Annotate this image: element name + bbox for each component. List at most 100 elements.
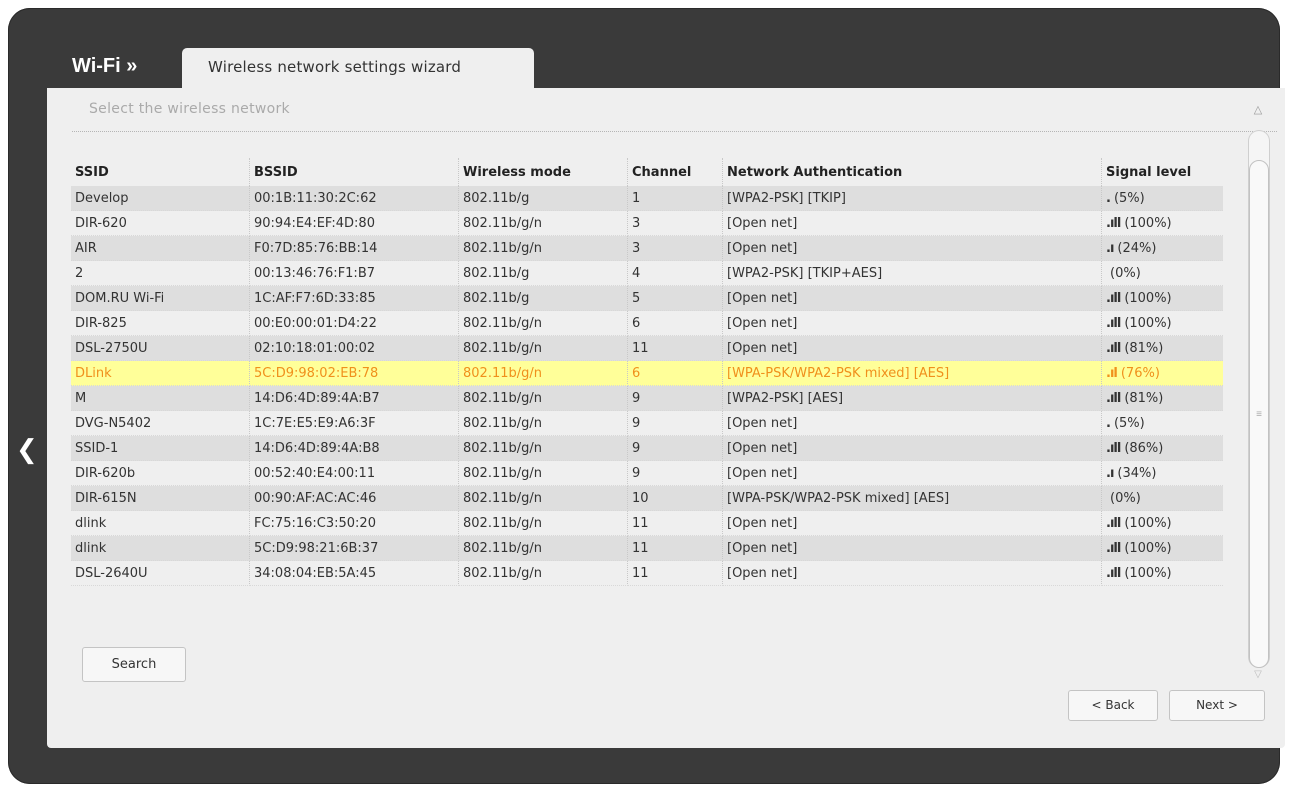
- grip-icon: ≡: [1256, 409, 1262, 420]
- cell-signal: .ıll (100%): [1101, 285, 1223, 311]
- table-row[interactable]: dlink FC:75:16:C3:50:20 802.11b/g/n 11 [Open…: [71, 510, 1223, 536]
- scroll-up-icon[interactable]: △: [1249, 101, 1267, 119]
- cell-signal: .ı (34%): [1101, 460, 1223, 486]
- table-row[interactable]: DIR-620b 00:52:40:E4:00:11 802.11b/g/n 9 [Op…: [71, 460, 1223, 486]
- cell-auth: [WPA2-PSK] [TKIP]: [722, 186, 1102, 211]
- cell-signal: . (5%): [1101, 186, 1223, 211]
- signal-value: (100%): [1124, 565, 1172, 581]
- col-header-signal: Signal level: [1106, 164, 1192, 180]
- scrollbar-thumb[interactable]: ≡: [1249, 160, 1269, 668]
- signal-value: (100%): [1124, 315, 1172, 331]
- table-row[interactable]: DVG-N5402 1C:7E:E5:E9:A6:3F 802.11b/g/n 9 [O…: [71, 410, 1223, 436]
- signal-strength-icon: .ıll: [1106, 315, 1121, 331]
- cell-signal: .ıll (100%): [1101, 535, 1223, 561]
- cell-auth: [Open net]: [722, 560, 1102, 586]
- cell-mode: 802.11b/g/n: [458, 310, 628, 336]
- table-row[interactable]: SSID-1 14:D6:4D:89:4A:B8 802.11b/g/n 9 [Open…: [71, 435, 1223, 461]
- cell-ssid: dlink: [71, 510, 250, 536]
- cell-signal: .ıll (100%): [1101, 560, 1223, 586]
- cell-auth: [WPA-PSK/WPA2-PSK mixed] [AES]: [722, 360, 1102, 386]
- signal-value: (100%): [1124, 215, 1172, 231]
- signal-value: (81%): [1124, 390, 1164, 406]
- cell-ssid: DSL-2640U: [71, 560, 250, 586]
- cell-ssid: M: [71, 385, 250, 411]
- cell-auth: [Open net]: [722, 435, 1102, 461]
- cell-channel: 6: [627, 310, 723, 336]
- cell-ssid: DIR-615N: [71, 485, 250, 511]
- cell-ssid: DIR-825: [71, 310, 250, 336]
- table-row[interactable]: DSL-2640U 34:08:04:EB:5A:45 802.11b/g/n 11[…: [71, 560, 1223, 586]
- cell-auth: [WPA2-PSK] [AES]: [722, 385, 1102, 411]
- cell-channel: 3: [627, 235, 723, 261]
- cell-auth: [Open net]: [722, 460, 1102, 486]
- cell-signal: (0%): [1101, 260, 1223, 286]
- cell-mode: 802.11b/g/n: [458, 335, 628, 361]
- table-row[interactable]: 2 00:13:46:76:F1:B7 802.11b/g 4 [WPA2-PSK] […: [71, 260, 1223, 286]
- cell-signal: .ı (24%): [1101, 235, 1223, 261]
- table-row[interactable]: DIR-620 90:94:E4:EF:4D:80 802.11b/g/n 3 [Ope…: [71, 210, 1223, 236]
- table-row[interactable]: Develop 00:1B:11:30:2C:62 802.11b/g 1 [WPA2-…: [71, 186, 1223, 211]
- cell-ssid: Develop: [71, 186, 250, 211]
- signal-strength-icon: .ıll: [1106, 440, 1121, 456]
- tab-wireless-wizard[interactable]: Wireless network settings wizard: [182, 48, 534, 88]
- cell-channel: 5: [627, 285, 723, 311]
- chevron-left-icon[interactable]: ❮: [16, 435, 38, 465]
- scroll-down-icon[interactable]: ▽: [1249, 669, 1267, 683]
- table-row[interactable]: DSL-2750U 02:10:18:01:00:02 802.11b/g/n 11[…: [71, 335, 1223, 361]
- table-row[interactable]: DOM.RU Wi-Fi 1C:AF:F7:6D:33:85 802.11b/g 5[…: [71, 285, 1223, 311]
- cell-bssid: 1C:AF:F7:6D:33:85: [249, 285, 459, 311]
- table-header-row: SSID BSSID Wireless mode Channel Network…: [71, 158, 1223, 186]
- signal-strength-icon: .ıll: [1106, 540, 1121, 556]
- table-row[interactable]: dlink 5C:D9:98:21:6B:37 802.11b/g/n 11 [Open…: [71, 535, 1223, 561]
- cell-channel: 1: [627, 186, 723, 211]
- table-row[interactable]: DIR-825 00:E0:00:01:D4:22 802.11b/g/n 6 [Ope…: [71, 310, 1223, 336]
- cell-bssid: 5C:D9:98:21:6B:37: [249, 535, 459, 561]
- cell-signal: (0%): [1101, 485, 1223, 511]
- section-title[interactable]: Wi-Fi »: [72, 55, 137, 78]
- cell-mode: 802.11b/g/n: [458, 460, 628, 486]
- cell-mode: 802.11b/g/n: [458, 535, 628, 561]
- search-button[interactable]: Search: [82, 647, 186, 682]
- cell-mode: 802.11b/g/n: [458, 435, 628, 461]
- signal-value: (100%): [1124, 290, 1172, 306]
- cell-auth: [WPA2-PSK] [TKIP+AES]: [722, 260, 1102, 286]
- cell-bssid: 14:D6:4D:89:4A:B8: [249, 435, 459, 461]
- signal-strength-icon: .ıll: [1106, 215, 1121, 231]
- table-row[interactable]: AIR F0:7D:85:76:BB:14 802.11b/g/n 3 [Open ne…: [71, 235, 1223, 261]
- next-button[interactable]: Next >: [1169, 690, 1265, 721]
- signal-strength-icon: .ıll: [1106, 390, 1121, 406]
- cell-mode: 802.11b/g/n: [458, 210, 628, 236]
- signal-value: (76%): [1120, 365, 1160, 381]
- table-row[interactable]: M 14:D6:4D:89:4A:B7 802.11b/g/n 9 [WPA2-PSK]…: [71, 385, 1223, 411]
- cell-mode: 802.11b/g/n: [458, 485, 628, 511]
- back-button[interactable]: < Back: [1068, 690, 1158, 721]
- col-header-ssid: SSID: [71, 158, 250, 186]
- signal-value: (100%): [1124, 515, 1172, 531]
- cell-bssid: FC:75:16:C3:50:20: [249, 510, 459, 536]
- signal-value: (100%): [1124, 540, 1172, 556]
- signal-value: (34%): [1117, 465, 1157, 481]
- signal-strength-icon: .ı: [1106, 240, 1114, 256]
- col-header-mode: Wireless mode: [458, 158, 628, 186]
- cell-channel: 9: [627, 435, 723, 461]
- cell-bssid: 00:90:AF:AC:AC:46: [249, 485, 459, 511]
- table-row[interactable]: DLink 5C:D9:98:02:EB:78 802.11b/g/n 6 [WPA-P…: [71, 360, 1223, 386]
- cell-channel: 4: [627, 260, 723, 286]
- cell-channel: 11: [627, 560, 723, 586]
- page-subtitle: Select the wireless network: [89, 101, 290, 117]
- cell-channel: 9: [627, 460, 723, 486]
- cell-auth: [Open net]: [722, 335, 1102, 361]
- cell-bssid: 14:D6:4D:89:4A:B7: [249, 385, 459, 411]
- cell-mode: 802.11b/g/n: [458, 360, 628, 386]
- cell-mode: 802.11b/g: [458, 186, 628, 211]
- cell-ssid: DOM.RU Wi-Fi: [71, 285, 250, 311]
- col-header-auth: Network Authentication: [722, 158, 1102, 186]
- signal-strength-icon: .: [1106, 190, 1111, 206]
- cell-signal: .ıll (100%): [1101, 510, 1223, 536]
- cell-channel: 3: [627, 210, 723, 236]
- table-row[interactable]: DIR-615N 00:90:AF:AC:AC:46 802.11b/g/n 10 [W…: [71, 485, 1223, 511]
- signal-strength-icon: .ıll: [1106, 290, 1121, 306]
- cell-channel: 9: [627, 385, 723, 411]
- cell-signal: .ıll (100%): [1101, 310, 1223, 336]
- cell-channel: 10: [627, 485, 723, 511]
